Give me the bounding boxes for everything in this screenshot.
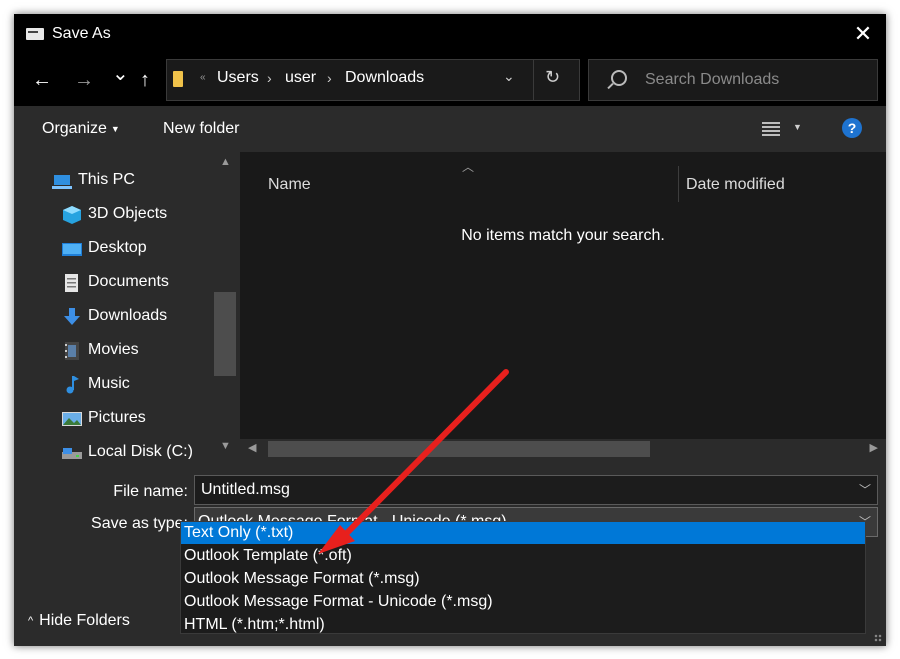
documents-icon <box>65 274 78 292</box>
3d-objects-icon <box>63 206 81 224</box>
option-label: Outlook Message Format (*.msg) <box>184 570 420 587</box>
nav-label: Downloads <box>88 307 168 324</box>
type-option-outlook-message[interactable]: Outlook Message Format (*.msg) <box>181 568 865 590</box>
file-name-label: File name: <box>113 483 188 500</box>
computer-icon <box>52 175 72 189</box>
empty-message: No items match your search. <box>461 227 665 244</box>
command-bar: Organize ▼ New folder ▼ ? <box>14 106 886 152</box>
breadcrumb-separator[interactable]: › <box>267 70 272 86</box>
nav-label: Music <box>88 375 130 392</box>
pictures-icon <box>62 412 82 426</box>
window-title: Save As <box>52 25 111 42</box>
scroll-up-icon[interactable]: ▲ <box>220 156 231 168</box>
search-icon <box>611 70 627 86</box>
type-option-outlook-message-unicode[interactable]: Outlook Message Format - Unicode (*.msg) <box>181 591 865 613</box>
nav-pane-scrollbar[interactable]: ▲ ▼ <box>214 152 236 459</box>
window-icon <box>26 28 44 40</box>
option-label: Text Only (*.txt) <box>184 524 294 541</box>
address-divider <box>533 60 534 100</box>
scrollbar-thumb[interactable] <box>268 441 650 457</box>
desktop-icon <box>62 243 82 256</box>
file-name-value[interactable]: Untitled.msg <box>201 481 290 499</box>
breadcrumb-users[interactable]: Users <box>217 69 259 87</box>
type-option-outlook-template[interactable]: Outlook Template (*.oft) <box>181 545 865 567</box>
navigation-pane: This PC 3D Objects Desktop Documents Dow… <box>14 152 236 460</box>
address-bar[interactable]: « Users › user › Downloads ⌄ ↻ <box>166 59 580 101</box>
chevron-up-icon: ^ <box>28 614 34 627</box>
view-options-icon[interactable] <box>762 122 780 136</box>
caret-down-icon: ▼ <box>110 123 120 134</box>
scroll-right-icon[interactable]: ▶ <box>870 441 878 454</box>
help-button[interactable]: ? <box>842 118 862 138</box>
music-icon <box>66 376 79 394</box>
nav-label: Pictures <box>88 409 146 426</box>
hide-folders-label: Hide Folders <box>39 612 130 629</box>
nav-label: Movies <box>88 341 139 358</box>
scroll-down-icon[interactable]: ▼ <box>220 440 231 452</box>
nav-label: 3D Objects <box>88 205 168 222</box>
movies-icon <box>65 342 79 360</box>
nav-label: This PC <box>78 171 135 188</box>
title-bar: Save As ✕ <box>14 14 886 54</box>
hide-folders-button[interactable]: ^ Hide Folders <box>28 612 130 630</box>
breadcrumb-user[interactable]: user <box>285 69 316 87</box>
option-label: HTML (*.htm;*.html) <box>184 616 325 633</box>
type-option-html[interactable]: HTML (*.htm;*.html) <box>181 614 865 633</box>
sort-indicator-icon: ︿ <box>462 160 475 174</box>
option-label: Outlook Message Format - Unicode (*.msg) <box>184 593 493 610</box>
recent-locations-button[interactable]: ⌄ <box>112 62 129 86</box>
organize-label: Organize <box>42 120 107 137</box>
resize-grip[interactable] <box>874 634 882 642</box>
file-name-field[interactable]: Untitled.msg ﹀ <box>194 475 878 505</box>
organize-button[interactable]: Organize ▼ <box>42 120 120 138</box>
navigation-bar: ← → ⌄ ↑ « Users › user › Downloads ⌄ ↻ S… <box>14 54 886 106</box>
folder-icon <box>173 71 183 87</box>
new-folder-button[interactable]: New folder <box>163 120 239 138</box>
option-label: Outlook Template (*.oft) <box>184 547 352 564</box>
scroll-left-icon[interactable]: ◀ <box>248 441 256 454</box>
search-input[interactable]: Search Downloads <box>645 71 779 89</box>
up-button[interactable]: ↑ <box>140 68 150 92</box>
nav-label: Documents <box>88 273 169 290</box>
downloads-icon <box>64 308 80 325</box>
save-as-type-dropdown-list: Text Only (*.txt) Outlook Template (*.of… <box>180 521 866 634</box>
close-button[interactable]: ✕ <box>840 14 886 54</box>
breadcrumb-downloads[interactable]: Downloads <box>345 69 424 87</box>
column-divider[interactable] <box>678 166 679 202</box>
nav-label: Desktop <box>88 239 147 256</box>
save-as-type-label: Save as type: <box>91 515 188 532</box>
column-header-name[interactable]: Name <box>268 176 311 194</box>
forward-button[interactable]: → <box>74 68 94 92</box>
view-caret-icon[interactable]: ▼ <box>793 122 802 132</box>
search-box[interactable]: Search Downloads <box>588 59 878 101</box>
back-button[interactable]: ← <box>32 68 52 92</box>
type-option-text-only[interactable]: Text Only (*.txt) <box>181 522 865 544</box>
scrollbar-thumb[interactable] <box>214 292 236 376</box>
column-header-date-modified[interactable]: Date modified <box>686 176 785 194</box>
breadcrumb-overflow[interactable]: « <box>200 72 206 83</box>
chevron-down-icon[interactable]: ﹀ <box>859 481 871 498</box>
refresh-button[interactable]: ↻ <box>545 67 560 88</box>
file-list-pane: ︿ Name Date modified No items match your… <box>240 152 886 459</box>
breadcrumb-separator[interactable]: › <box>327 70 332 86</box>
file-list-scrollbar[interactable]: ◀ ▶ <box>240 439 886 459</box>
address-dropdown-button[interactable]: ⌄ <box>503 68 515 85</box>
